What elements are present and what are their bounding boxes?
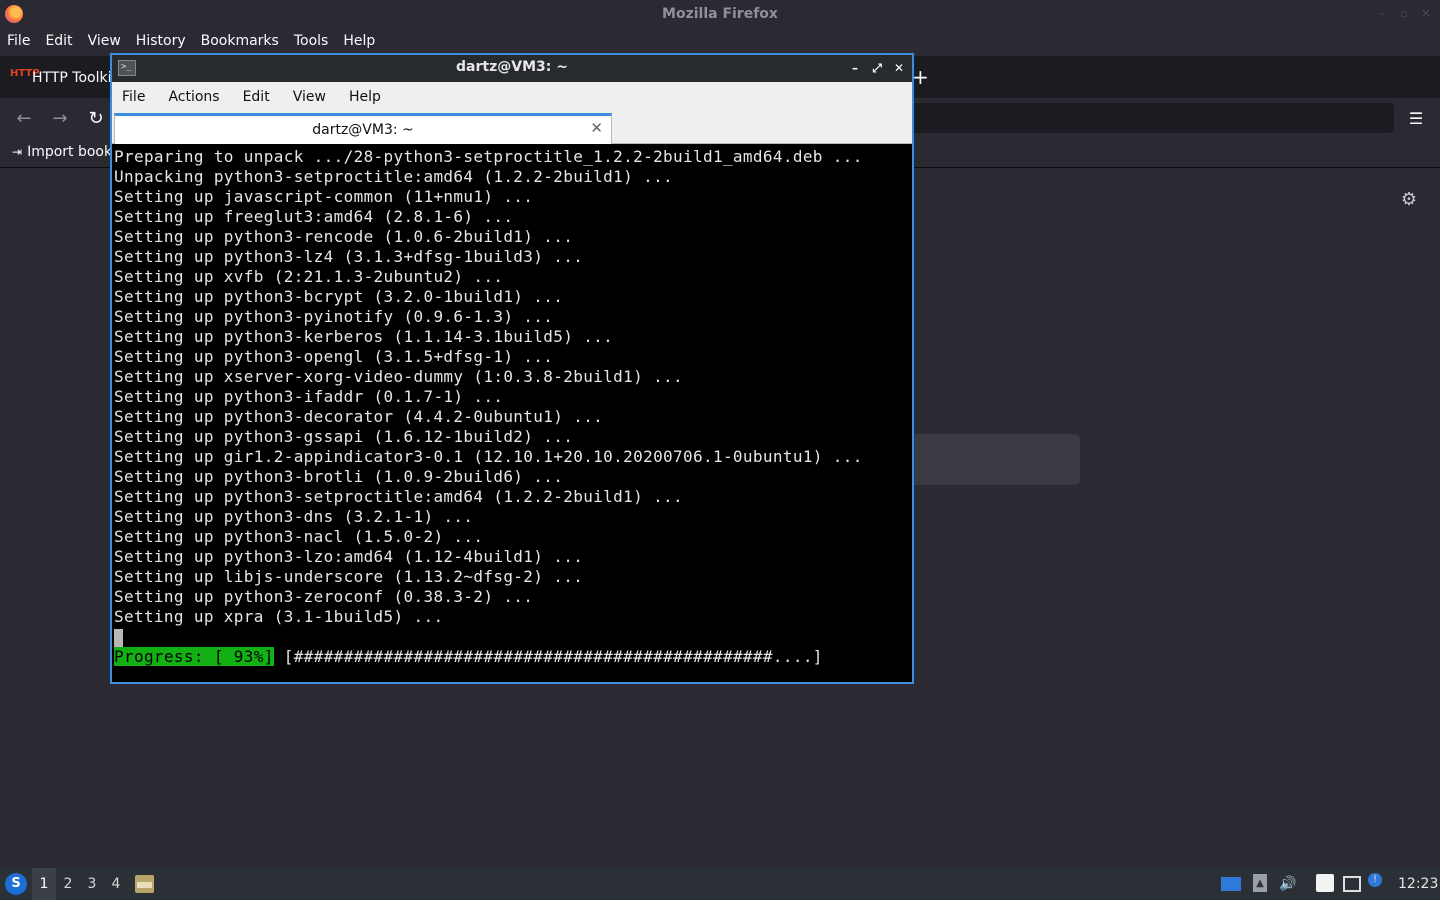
progress-bar: [#######################################…	[273, 647, 823, 666]
firefox-menubar: File Edit View History Bookmarks Tools H…	[0, 28, 1440, 54]
terminal-line: Setting up python3-lz4 (3.1.3+dfsg-1buil…	[114, 247, 584, 266]
workspace-4[interactable]: 4	[104, 868, 128, 900]
workspace-3[interactable]: 3	[80, 868, 104, 900]
term-menu-edit[interactable]: Edit	[243, 82, 270, 112]
close-tab-icon[interactable]: ✕	[590, 119, 603, 137]
forward-button[interactable]: →	[48, 107, 72, 131]
eject-icon[interactable]: ▲	[1253, 874, 1267, 892]
terminal-line: Setting up python3-nacl (1.5.0-2) ...	[114, 527, 484, 546]
terminal-output[interactable]: Preparing to unpack .../28-python3-setpr…	[114, 147, 910, 680]
import-bookmarks-label: Import book	[27, 144, 113, 160]
firefox-window-title: Mozilla Firefox	[662, 6, 778, 22]
term-menu-file[interactable]: File	[122, 82, 145, 112]
terminal-line: Setting up python3-lzo:amd64 (1.12-4buil…	[114, 547, 584, 566]
desktop-icon[interactable]	[1221, 877, 1241, 891]
start-menu-icon[interactable]: S	[5, 873, 27, 895]
firefox-window-controls: – ▫ ✕	[1376, 8, 1432, 20]
taskbar: S 1 2 3 4 ▲ 🔊 ! 12:23	[0, 868, 1440, 900]
terminal-line: Setting up python3-brotli (1.0.9-2build6…	[114, 467, 564, 486]
maximize-icon[interactable]: ▫	[1398, 8, 1410, 20]
term-menu-help[interactable]: Help	[349, 82, 381, 112]
terminal-line: Setting up xvfb (2:21.1.3-2ubuntu2) ...	[114, 267, 504, 286]
volume-icon[interactable]: 🔊	[1278, 874, 1298, 894]
menu-help[interactable]: Help	[343, 28, 375, 54]
maximize-icon[interactable]: ⤢	[868, 59, 886, 77]
terminal-line: Setting up python3-gssapi (1.6.12-1build…	[114, 427, 574, 446]
url-bar[interactable]	[912, 103, 1394, 133]
terminal-line: Setting up python3-ifaddr (0.1.7-1) ...	[114, 387, 504, 406]
close-icon[interactable]: ✕	[1420, 8, 1432, 20]
new-tab-button[interactable]: +	[912, 67, 929, 87]
firefox-titlebar: Mozilla Firefox – ▫ ✕	[0, 0, 1440, 28]
import-icon: ⇥	[12, 145, 23, 159]
terminal-line: Setting up freeglut3:amd64 (2.8.1-6) ...	[114, 207, 514, 226]
menu-view[interactable]: View	[88, 28, 121, 54]
menu-edit[interactable]: Edit	[45, 28, 72, 54]
reload-button[interactable]: ↻	[84, 107, 108, 131]
terminal-line: Preparing to unpack .../28-python3-setpr…	[114, 147, 863, 166]
terminal-line: Setting up python3-bcrypt (3.2.0-1build1…	[114, 287, 564, 306]
terminal-line: Unpacking python3-setproctitle:amd64 (1.…	[114, 167, 674, 186]
http-toolkit-icon: HTTP	[10, 68, 40, 79]
terminal-tabbar: dartz@VM3: ~ ✕	[112, 112, 912, 144]
terminal-line: Setting up python3-setproctitle:amd64 (1…	[114, 487, 684, 506]
terminal-window: >_ dartz@VM3: ~ – ⤢ ✕ File Actions Edit …	[110, 53, 914, 684]
content-panel	[900, 434, 1080, 485]
terminal-window-title: dartz@VM3: ~	[456, 59, 568, 75]
terminal-tab[interactable]: dartz@VM3: ~ ✕	[114, 113, 612, 144]
terminal-line: Setting up gir1.2-appindicator3-0.1 (12.…	[114, 447, 863, 466]
tab-label: HTTP Toolkit	[32, 70, 117, 86]
clock: 12:23	[1398, 876, 1439, 892]
terminal-line: Setting up python3-dns (3.2.1-1) ...	[114, 507, 474, 526]
terminal-line: Setting up javascript-common (11+nmu1) .…	[114, 187, 534, 206]
terminal-line: Setting up libjs-underscore (1.13.2~dfsg…	[114, 567, 584, 586]
import-bookmarks-button[interactable]: ⇥ Import book	[12, 144, 112, 160]
terminal-line: Setting up xpra (3.1-1build5) ...	[114, 607, 444, 626]
terminal-menubar: File Actions Edit View Help	[112, 82, 912, 112]
terminal-line: Setting up xserver-xorg-video-dummy (1:0…	[114, 367, 684, 386]
terminal-window-controls: – ⤢ ✕	[846, 59, 908, 77]
terminal-titlebar: >_ dartz@VM3: ~ – ⤢ ✕	[112, 55, 912, 82]
menu-bookmarks[interactable]: Bookmarks	[201, 28, 279, 54]
term-menu-view[interactable]: View	[293, 82, 326, 112]
progress-label: Progress: [ 93%]	[114, 647, 274, 666]
cursor	[114, 628, 123, 647]
terminal-line: Setting up python3-pyinotify (0.9.6-1.3)…	[114, 307, 554, 326]
workspace-2[interactable]: 2	[56, 868, 80, 900]
app-menu-button[interactable]: ☰	[1404, 107, 1428, 131]
notification-icon[interactable]: !	[1368, 873, 1382, 887]
workspace-1[interactable]: 1	[32, 868, 56, 900]
network-icon[interactable]	[1343, 876, 1361, 892]
settings-gear-icon[interactable]: ⚙	[1398, 189, 1420, 211]
terminal-line: Setting up python3-zeroconf (0.38.3-2) .…	[114, 587, 534, 606]
clipboard-icon[interactable]	[1316, 874, 1334, 892]
term-menu-actions[interactable]: Actions	[168, 82, 219, 112]
terminal-line: Setting up python3-rencode (1.0.6-2build…	[114, 227, 574, 246]
progress-line: Progress: [ 93%] [######################…	[114, 647, 910, 667]
minimize-icon[interactable]: –	[1376, 8, 1388, 20]
terminal-line: Setting up python3-decorator (4.4.2-0ubu…	[114, 407, 604, 426]
terminal-line: Setting up python3-opengl (3.1.5+dfsg-1)…	[114, 347, 554, 366]
terminal-lines: Preparing to unpack .../28-python3-setpr…	[114, 147, 910, 627]
close-icon[interactable]: ✕	[890, 59, 908, 77]
file-manager-icon[interactable]	[135, 875, 154, 893]
cursor-line	[114, 627, 910, 647]
menu-file[interactable]: File	[7, 28, 30, 54]
terminal-line: Setting up python3-kerberos (1.1.14-3.1b…	[114, 327, 614, 346]
back-button[interactable]: ←	[12, 107, 36, 131]
menu-tools[interactable]: Tools	[294, 28, 329, 54]
terminal-tab-label: dartz@VM3: ~	[312, 122, 414, 138]
minimize-icon[interactable]: –	[846, 59, 864, 77]
menu-history[interactable]: History	[136, 28, 186, 54]
